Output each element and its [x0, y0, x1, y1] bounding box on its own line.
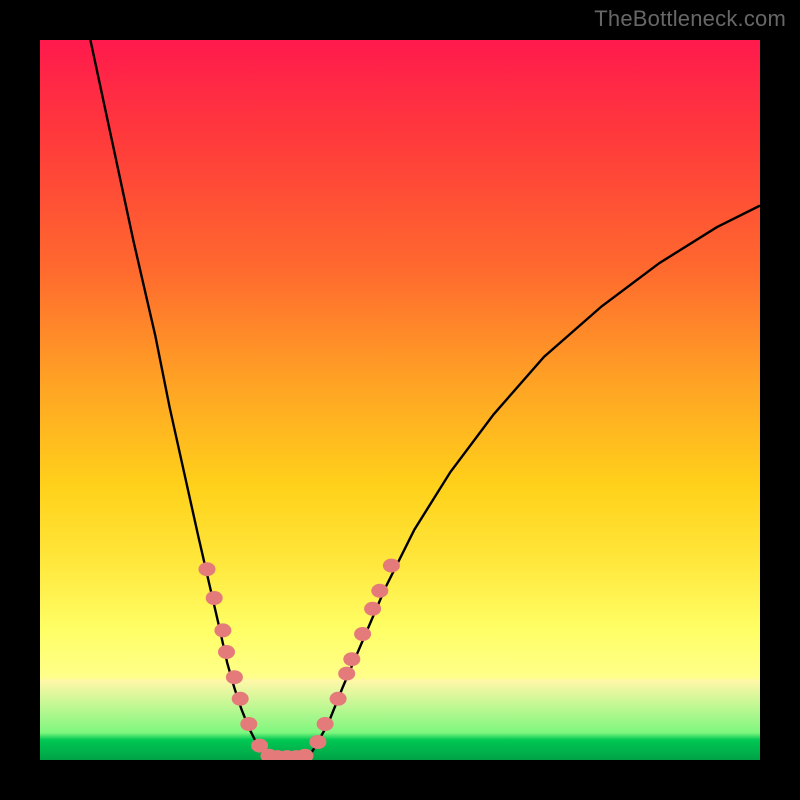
marker-dot	[383, 559, 400, 573]
marker-dot	[354, 627, 371, 641]
chart-frame: TheBottleneck.com	[0, 0, 800, 800]
marker-dot	[214, 623, 231, 637]
marker-dot	[218, 645, 235, 659]
marker-dot	[364, 602, 381, 616]
marker-dot	[297, 749, 314, 760]
marker-dot	[240, 717, 257, 731]
marker-dot	[317, 717, 334, 731]
marker-dot	[338, 667, 355, 681]
marker-dot	[232, 692, 249, 706]
marker-dot	[309, 735, 326, 749]
marker-dot	[343, 652, 360, 666]
curve-layer	[40, 40, 760, 760]
watermark-text: TheBottleneck.com	[594, 6, 786, 32]
marker-dot	[206, 591, 223, 605]
marker-dot	[199, 562, 216, 576]
bottleneck-curve	[90, 40, 760, 760]
plot-area	[40, 40, 760, 760]
marker-dot	[226, 670, 243, 684]
marker-dot	[371, 584, 388, 598]
marker-dot	[330, 692, 347, 706]
